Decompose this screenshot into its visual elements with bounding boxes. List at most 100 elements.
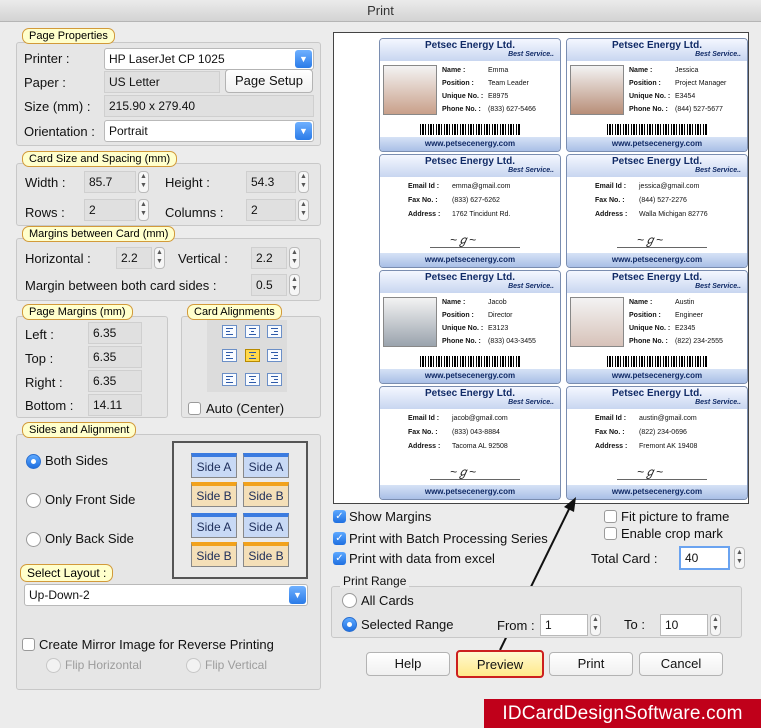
preview-button[interactable]: Preview (456, 650, 544, 678)
mirror-image-label: Create Mirror Image for Reverse Printing (39, 637, 274, 652)
width-field[interactable]: 85.7 (84, 171, 136, 193)
height-stepper[interactable]: ▲ ▼ (298, 171, 309, 193)
align-middle-right-button[interactable] (267, 349, 282, 362)
columns-field[interactable]: 2 (246, 199, 296, 221)
card-field-value: jacob@gmail.com (452, 415, 508, 422)
right-margin-field[interactable]: 6.35 (88, 370, 142, 392)
card-field-value: E2345 (675, 325, 696, 332)
mirror-image-checkbox[interactable] (22, 638, 35, 651)
horizontal-stepper[interactable]: ▲ ▼ (154, 247, 165, 269)
card-field-label: Unique No. : (629, 93, 671, 100)
card-field-value: (833) 043-3455 (488, 338, 536, 345)
signature-icon: ~ℊ~ (637, 465, 664, 479)
card-field-label: Fax No. : (595, 197, 625, 204)
left-margin-label: Left : (25, 327, 54, 342)
front-side-radio[interactable] (26, 493, 41, 508)
id-card-front: Petsec Energy Ltd. Best Service.. www.pets… (379, 38, 561, 152)
align-bottom-left-button[interactable] (222, 373, 237, 386)
card-field-label: Position : (442, 80, 474, 87)
show-margins-checkbox[interactable]: ✓ (333, 510, 346, 523)
signature-line (430, 479, 520, 480)
card-website: www.petsecenergy.com (380, 369, 560, 383)
bottom-margin-field[interactable]: 14.11 (88, 394, 142, 416)
align-top-right-button[interactable] (267, 325, 282, 338)
from-stepper[interactable]: ▲ ▼ (590, 614, 601, 636)
card-photo (570, 297, 624, 347)
align-top-center-button[interactable] (245, 325, 260, 338)
left-margin-field[interactable]: 6.35 (88, 322, 142, 344)
help-button[interactable]: Help (366, 652, 450, 676)
all-cards-radio[interactable] (342, 593, 357, 608)
batch-processing-checkbox[interactable]: ✓ (333, 532, 346, 545)
auto-center-checkbox[interactable] (188, 402, 201, 415)
total-card-field[interactable]: 40 (679, 546, 730, 570)
from-field[interactable]: 1 (540, 614, 588, 636)
card-field-value: (822) 234-2555 (675, 338, 723, 345)
to-field[interactable]: 10 (660, 614, 708, 636)
select-layout-legend: Select Layout : (20, 564, 114, 582)
id-card-back: Petsec Energy Ltd. Best Service.. www.pets… (379, 154, 561, 268)
watermark-banner: IDCardDesignSoftware.com (484, 699, 761, 728)
card-tagline: Best Service.. (695, 283, 741, 290)
side-tile: Side B (191, 482, 237, 507)
card-field-label: Position : (629, 80, 661, 87)
side-tile: Side B (243, 542, 289, 567)
barcode (607, 356, 707, 367)
width-label: Width : (25, 175, 66, 190)
card-photo (570, 65, 624, 115)
back-side-radio[interactable] (26, 532, 41, 547)
fit-picture-checkbox[interactable] (604, 510, 617, 523)
vertical-field[interactable]: 2.2 (251, 247, 287, 269)
rows-field[interactable]: 2 (84, 199, 136, 221)
excel-data-label: Print with data from excel (349, 551, 495, 566)
flip-horizontal-radio[interactable] (46, 658, 61, 673)
align-bottom-center-button[interactable] (245, 373, 260, 386)
width-stepper[interactable]: ▲ ▼ (138, 171, 149, 193)
card-tagline: Best Service.. (508, 283, 554, 290)
height-field[interactable]: 54.3 (246, 171, 296, 193)
printer-select[interactable]: HP LaserJet CP 1025 ▼ (104, 48, 314, 70)
card-field-label: Email Id : (408, 415, 440, 422)
flip-vertical-radio[interactable] (186, 658, 201, 673)
to-stepper[interactable]: ▲ ▼ (710, 614, 721, 636)
rows-stepper[interactable]: ▲ ▼ (138, 199, 149, 221)
selected-range-radio[interactable] (342, 617, 357, 632)
card-website: www.petsecenergy.com (380, 253, 560, 267)
excel-data-checkbox[interactable]: ✓ (333, 552, 346, 565)
size-field: 215.90 x 279.40 (104, 95, 314, 117)
both-sides-margin-field[interactable]: 0.5 (251, 274, 287, 296)
side-tile: Side A (191, 513, 237, 538)
align-top-left-button[interactable] (222, 325, 237, 338)
horizontal-label: Horizontal : (25, 251, 91, 266)
top-margin-field[interactable]: 6.35 (88, 346, 142, 368)
side-tile: Side A (243, 453, 289, 478)
horizontal-field[interactable]: 2.2 (116, 247, 152, 269)
card-website: www.petsecenergy.com (567, 369, 747, 383)
card-field-label: Address : (595, 211, 628, 218)
align-middle-left-button[interactable] (222, 349, 237, 362)
auto-center-label: Auto (Center) (206, 401, 285, 416)
print-button[interactable]: Print (549, 652, 633, 676)
vertical-stepper[interactable]: ▲ ▼ (289, 247, 300, 269)
crop-mark-checkbox[interactable] (604, 527, 617, 540)
barcode (420, 124, 520, 135)
align-middle-center-button[interactable] (245, 349, 260, 362)
both-sides-margin-stepper[interactable]: ▲ ▼ (289, 274, 300, 296)
card-field-value: jessica@gmail.com (639, 183, 700, 190)
card-website: www.petsecenergy.com (567, 137, 747, 151)
barcode (420, 356, 520, 367)
card-field-label: Email Id : (408, 183, 440, 190)
layout-select[interactable]: Up-Down-2 ▼ (24, 584, 308, 606)
both-sides-radio[interactable] (26, 454, 41, 469)
card-field-value: E8975 (488, 93, 509, 100)
crop-mark-label: Enable crop mark (621, 526, 723, 541)
card-size-legend: Card Size and Spacing (mm) (22, 151, 178, 167)
columns-stepper[interactable]: ▲ ▼ (298, 199, 309, 221)
total-card-stepper[interactable]: ▲ ▼ (734, 547, 745, 569)
orientation-select[interactable]: Portrait ▼ (104, 120, 314, 142)
align-bottom-right-button[interactable] (267, 373, 282, 386)
card-field-value: Team Leader (488, 80, 529, 87)
cancel-button[interactable]: Cancel (639, 652, 723, 676)
card-alignments-legend: Card Alignments (187, 304, 282, 320)
page-setup-button[interactable]: Page Setup (225, 69, 313, 93)
